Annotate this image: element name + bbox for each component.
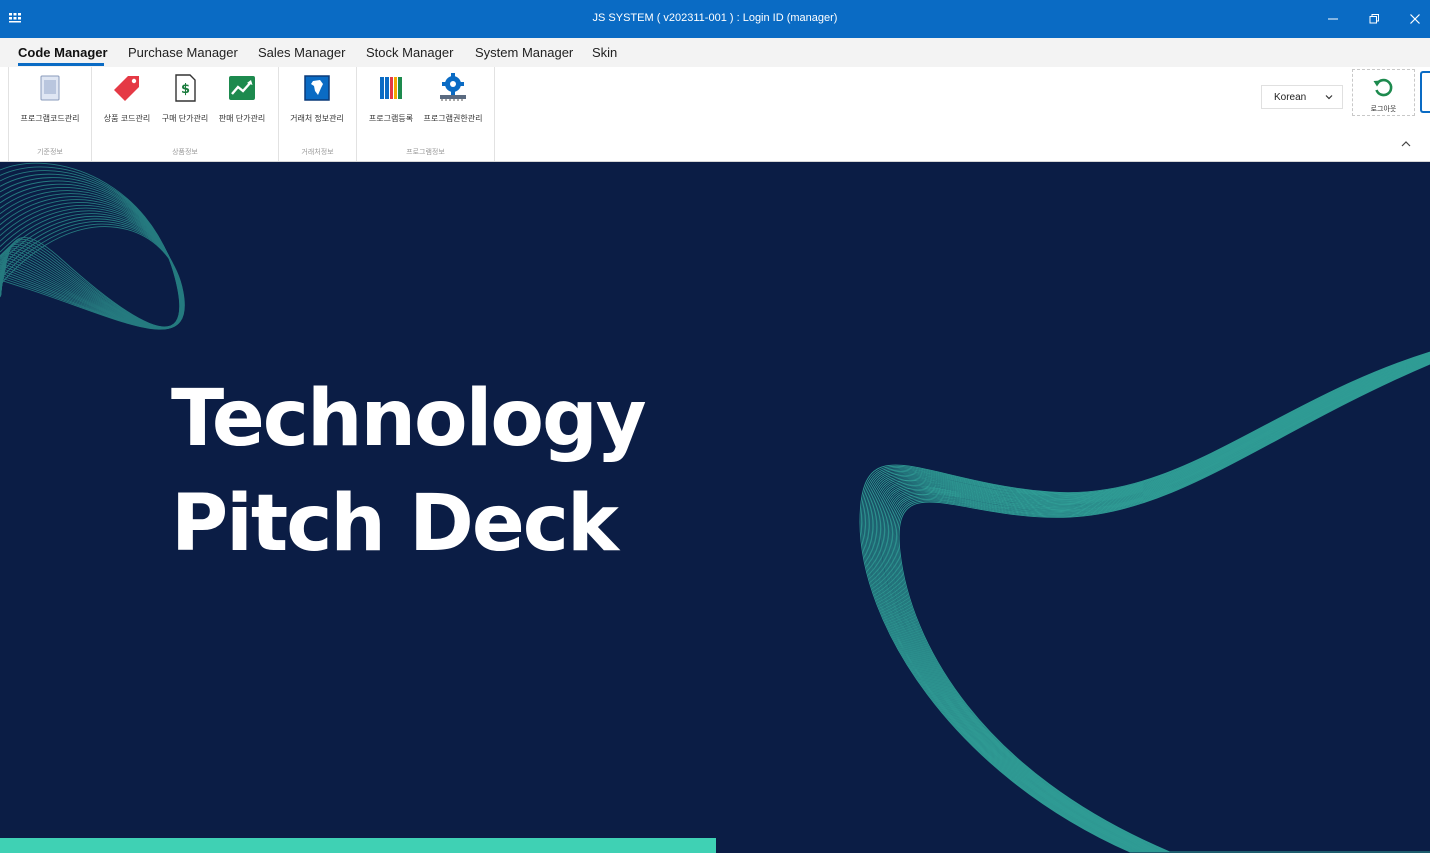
tag-icon — [114, 76, 139, 101]
purchase-price-label: 구매 단가관리 — [161, 114, 209, 123]
tab-skin[interactable]: Skin — [592, 45, 617, 60]
tab-purchase-manager[interactable]: Purchase Manager — [128, 45, 238, 60]
trend-chart-icon — [229, 76, 255, 100]
language-select[interactable]: Korean — [1261, 85, 1343, 109]
books-icon — [380, 77, 402, 99]
sales-price-label: 판매 단가관리 — [218, 114, 266, 123]
map-icon — [304, 75, 330, 101]
logout-button[interactable]: 로그아웃 — [1352, 69, 1415, 116]
gear-chip-icon — [440, 73, 466, 101]
group-label-product: 상품정보 — [172, 149, 198, 156]
program-code-label: 프로그램코드관리 — [20, 114, 80, 123]
menu-bar: Code Manager Purchase Manager Sales Mana… — [0, 38, 1430, 67]
dollar-document-icon: $ — [175, 74, 196, 102]
document-icon — [40, 75, 60, 101]
close-icon — [1410, 14, 1420, 24]
product-code-label: 상품 코드관리 — [103, 114, 151, 123]
tab-code-manager[interactable]: Code Manager — [18, 45, 108, 60]
group-label-partner: 거래처정보 — [301, 149, 334, 156]
product-code-button[interactable]: 상품 코드관리 — [99, 67, 155, 129]
restore-icon — [1369, 14, 1379, 24]
program-register-label: 프로그램등록 — [368, 114, 414, 123]
language-select-value: Korean — [1274, 92, 1307, 103]
partner-info-button[interactable]: 거래처 정보관리 — [282, 67, 352, 129]
minimize-icon — [1328, 18, 1338, 20]
partner-info-label: 거래처 정보관리 — [290, 114, 344, 123]
title-bar: JS SYSTEM ( v202311-001 ) : Login ID (ma… — [0, 0, 1430, 38]
program-code-button[interactable]: 프로그램코드관리 — [14, 67, 86, 129]
program-register-button[interactable]: 프로그램등록 — [362, 67, 420, 129]
tab-sales-manager[interactable]: Sales Manager — [258, 45, 345, 60]
close-button[interactable] — [1404, 8, 1426, 30]
tab-system-manager[interactable]: System Manager — [475, 45, 573, 60]
program-permission-label: 프로그램권한관리 — [423, 114, 483, 123]
refresh-icon — [1373, 78, 1393, 97]
svg-text:$: $ — [181, 82, 190, 97]
chevron-down-icon — [1325, 95, 1333, 100]
slide-title-line2: Pitch Deck — [171, 479, 619, 569]
active-tab-indicator — [18, 63, 104, 66]
program-permission-button[interactable]: 프로그램권한관리 — [421, 67, 485, 129]
slide-title: Technology Pitch Deck — [171, 367, 647, 577]
logout-label: 로그아웃 — [1370, 106, 1397, 113]
tab-stock-manager[interactable]: Stock Manager — [366, 45, 453, 60]
group-separator — [494, 67, 495, 161]
chevron-up-icon[interactable] — [1400, 139, 1412, 149]
slide-canvas: Technology Pitch Deck — [0, 162, 1430, 853]
purchase-price-button[interactable]: $ 구매 단가관리 — [157, 67, 213, 129]
restore-button[interactable] — [1363, 8, 1385, 30]
window-title: JS SYSTEM ( v202311-001 ) : Login ID (ma… — [592, 12, 838, 24]
panel-edge — [1420, 71, 1430, 113]
slide-title-line1: Technology — [171, 374, 647, 464]
ribbon: 프로그램코드관리 기준정보 상품 코드관리 $ 구매 단가관리 판매 단가관리 … — [0, 67, 1430, 162]
group-label-basic: 기준정보 — [37, 149, 63, 156]
sales-price-button[interactable]: 판매 단가관리 — [214, 67, 270, 129]
accent-bar — [0, 838, 716, 853]
group-label-program: 프로그램정보 — [406, 149, 445, 156]
minimize-button[interactable] — [1322, 8, 1344, 30]
